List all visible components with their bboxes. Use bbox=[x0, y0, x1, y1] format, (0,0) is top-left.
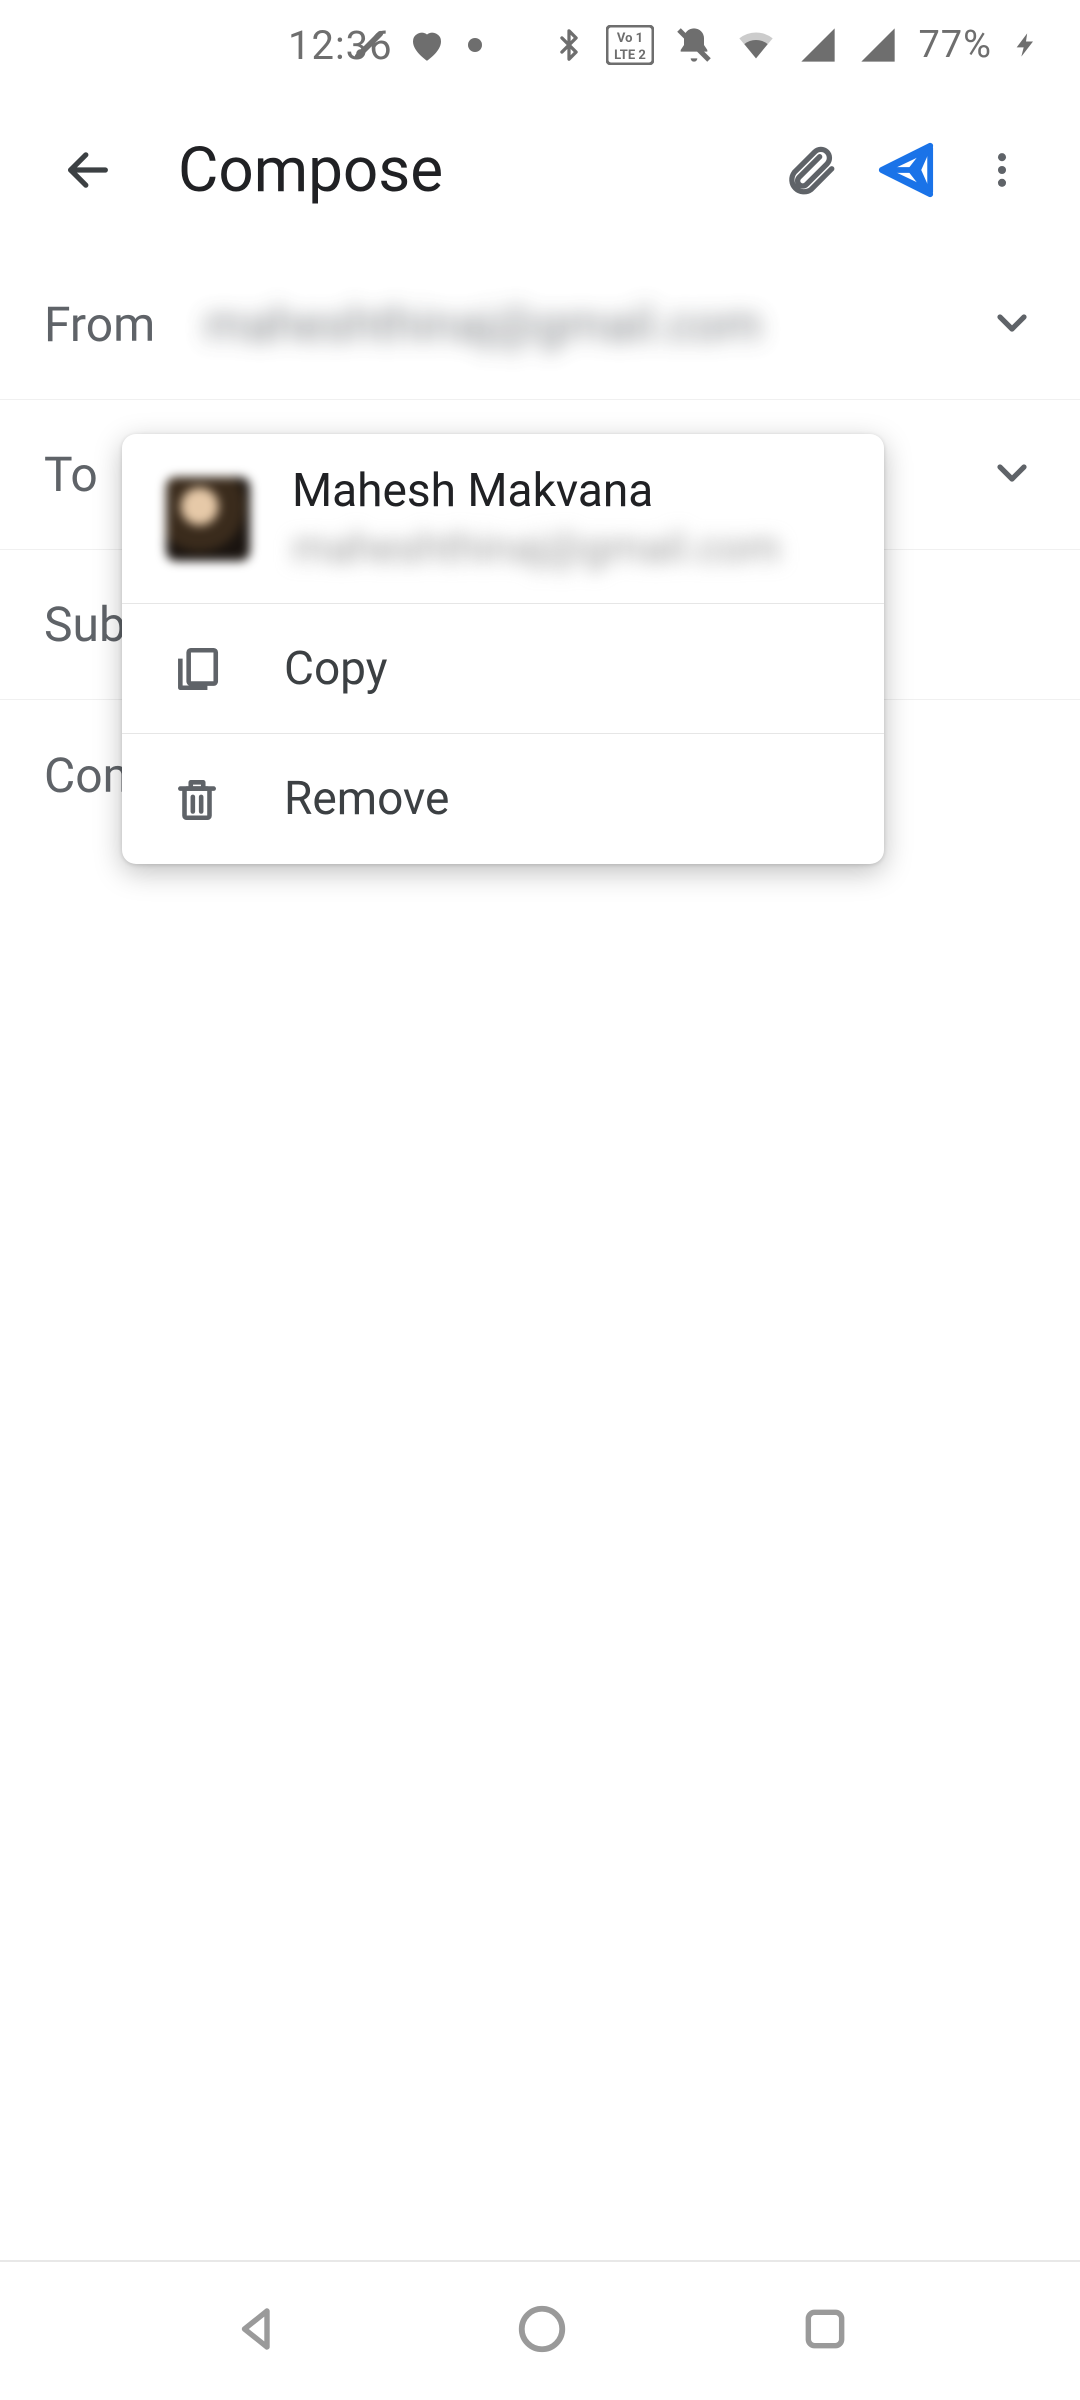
arrow-back-icon bbox=[62, 144, 114, 196]
dot-icon bbox=[468, 38, 482, 52]
to-expand[interactable] bbox=[988, 449, 1036, 501]
popup-copy[interactable]: Copy bbox=[122, 604, 884, 734]
nav-home[interactable] bbox=[515, 2302, 569, 2360]
popup-contact-row[interactable]: Mahesh Makvana maheshthinaj@gmail.com bbox=[122, 434, 884, 604]
nav-recent-icon bbox=[800, 2304, 850, 2354]
battery-percent: 77% bbox=[918, 23, 992, 67]
chevron-down-icon bbox=[988, 449, 1036, 497]
nav-home-icon bbox=[515, 2302, 569, 2356]
attachment-icon bbox=[781, 141, 839, 199]
attach-button[interactable] bbox=[762, 122, 858, 218]
popup-remove[interactable]: Remove bbox=[122, 734, 884, 864]
signal-1-icon bbox=[798, 25, 838, 65]
contact-name: Mahesh Makvana bbox=[292, 464, 780, 518]
app-bar-title: Compose bbox=[178, 134, 762, 207]
contact-email: maheshthinaj@gmail.com bbox=[292, 524, 780, 573]
svg-text:Vo 1: Vo 1 bbox=[617, 31, 643, 46]
volte-icon: Vo 1 LTE 2 bbox=[606, 25, 654, 65]
from-expand[interactable] bbox=[988, 299, 1036, 351]
nav-back-icon bbox=[231, 2302, 285, 2356]
status-time: 12:36 bbox=[288, 22, 393, 69]
chevron-down-icon bbox=[988, 299, 1036, 347]
bluetooth-icon bbox=[552, 25, 586, 65]
system-nav-bar bbox=[0, 2260, 1080, 2400]
wifi-icon bbox=[734, 25, 778, 65]
to-label: To bbox=[44, 446, 124, 503]
more-vert-icon bbox=[980, 148, 1024, 192]
trash-icon bbox=[172, 774, 222, 824]
app-bar: Compose bbox=[0, 90, 1080, 250]
from-label: From bbox=[44, 296, 174, 353]
heart-icon bbox=[406, 24, 448, 66]
send-icon bbox=[877, 141, 935, 199]
popup-copy-label: Copy bbox=[284, 642, 388, 696]
status-icons: Vo 1 LTE 2 77% bbox=[352, 23, 1040, 67]
charging-icon bbox=[1012, 23, 1040, 67]
from-value: maheshthinaj@gmail.com bbox=[204, 296, 762, 353]
from-field[interactable]: From maheshthinaj@gmail.com bbox=[0, 250, 1080, 400]
status-bar: 12:36 Vo 1 LTE 2 77% bbox=[0, 0, 1080, 90]
more-button[interactable] bbox=[954, 122, 1050, 218]
back-button[interactable] bbox=[40, 122, 136, 218]
send-button[interactable] bbox=[858, 122, 954, 218]
nav-recent[interactable] bbox=[800, 2304, 850, 2358]
mute-icon bbox=[674, 25, 714, 65]
nav-back[interactable] bbox=[231, 2302, 285, 2360]
signal-2-icon bbox=[858, 25, 898, 65]
avatar bbox=[166, 477, 250, 561]
popup-remove-label: Remove bbox=[284, 772, 449, 826]
svg-text:LTE 2: LTE 2 bbox=[615, 48, 647, 63]
copy-icon bbox=[172, 644, 222, 694]
contact-popup: Mahesh Makvana maheshthinaj@gmail.com Co… bbox=[122, 434, 884, 864]
